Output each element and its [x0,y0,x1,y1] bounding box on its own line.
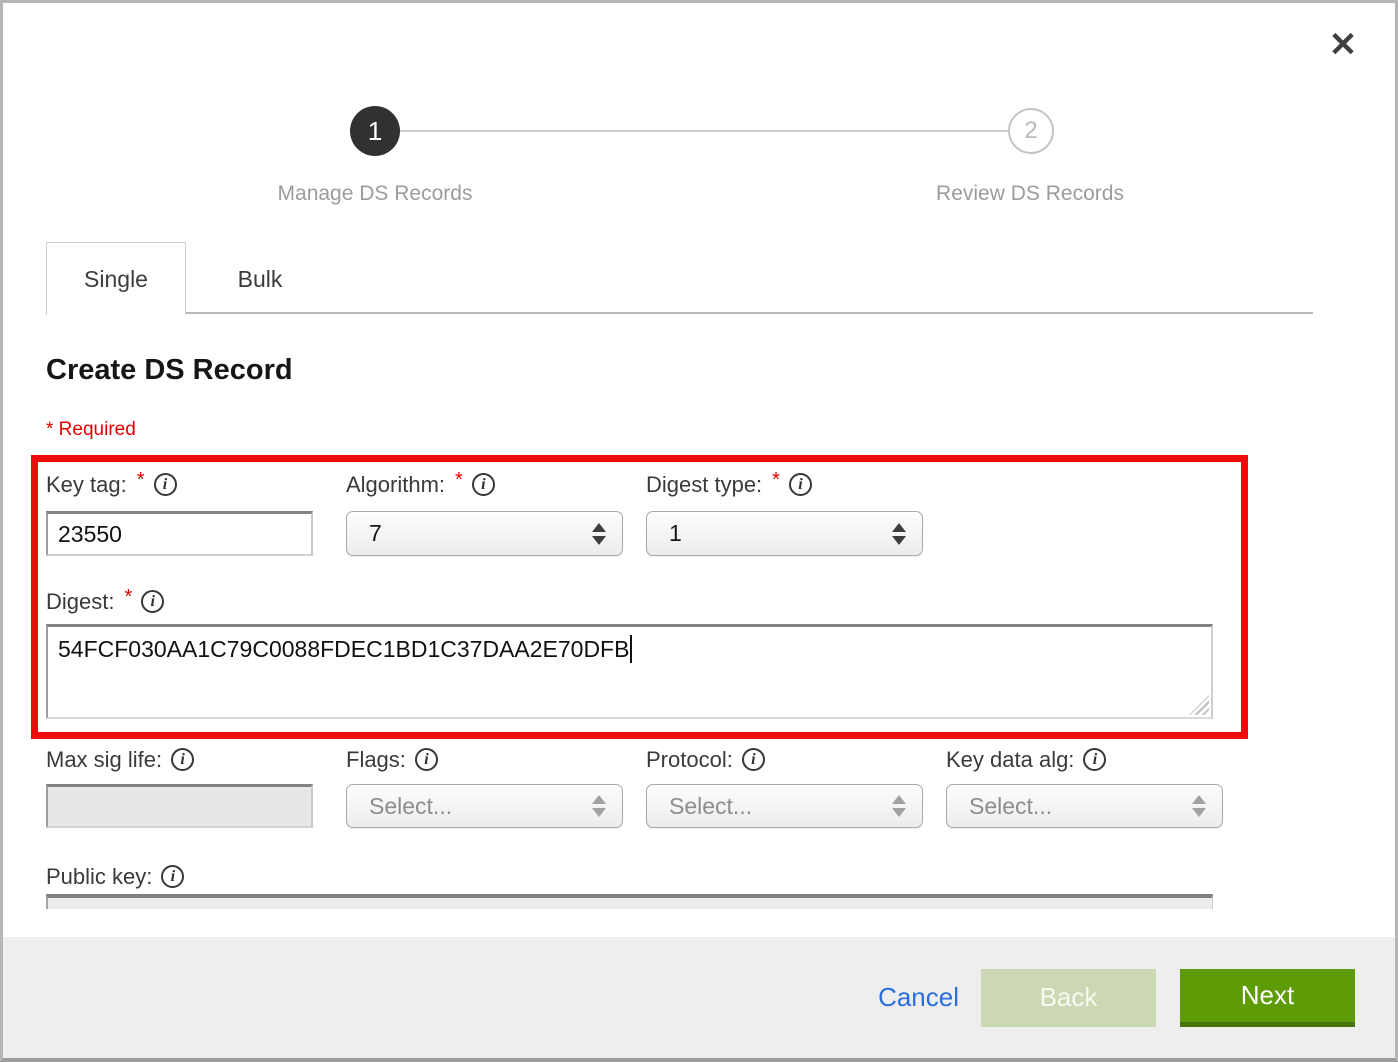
tab-bulk[interactable]: Bulk [215,258,305,300]
flags-label-text: Flags: [346,747,406,773]
protocol-label: Protocol: i [646,747,765,773]
close-icon[interactable]: ✕ [1325,27,1361,63]
flags-select-value: Select... [369,793,592,820]
select-arrows-icon [592,523,606,545]
algorithm-select-value: 7 [369,520,592,547]
back-button[interactable]: Back [981,969,1156,1027]
cancel-button[interactable]: Cancel [878,982,959,1013]
info-icon[interactable]: i [415,748,438,771]
digest-type-label-text: Digest type: [646,472,762,498]
digest-label-text: Digest: [46,589,114,615]
info-icon[interactable]: i [154,473,177,496]
public-key-label-text: Public key: [46,864,152,890]
page-title: Create DS Record [46,354,293,387]
required-star: * [772,469,780,492]
flags-label: Flags: i [346,747,438,773]
next-button[interactable]: Next [1180,969,1355,1027]
tab-bar-underline [186,312,1313,314]
algorithm-label-text: Algorithm: [346,472,445,498]
select-arrows-icon [1192,795,1206,817]
public-key-label: Public key: i [46,864,184,890]
dialog-footer: Cancel Back Next [3,937,1395,1058]
select-arrows-icon [892,795,906,817]
flags-select[interactable]: Select... [346,784,623,828]
protocol-label-text: Protocol: [646,747,733,773]
digest-value: 54FCF030AA1C79C0088FDEC1BD1C37DAA2E70DFB [58,636,629,662]
protocol-select-value: Select... [669,793,892,820]
key-data-alg-label: Key data alg: i [946,747,1106,773]
digest-type-select[interactable]: 1 [646,511,923,556]
text-caret [630,635,632,663]
required-note: * Required [46,419,136,441]
algorithm-label: Algorithm: * i [346,472,495,498]
step-2-label: Review DS Records [936,182,1124,206]
info-icon[interactable]: i [742,748,765,771]
step-1-label: Manage DS Records [278,182,473,206]
info-icon[interactable]: i [141,590,164,613]
max-sig-life-label: Max sig life: i [46,747,194,773]
key-data-alg-select[interactable]: Select... [946,784,1223,828]
create-ds-record-dialog: ✕ 1 2 Manage DS Records Review DS Record… [0,0,1398,1062]
key-data-alg-label-text: Key data alg: [946,747,1074,773]
required-star: * [124,586,132,609]
step-1-circle: 1 [350,106,400,156]
max-sig-life-label-text: Max sig life: [46,747,162,773]
info-icon[interactable]: i [472,473,495,496]
required-star: * [455,469,463,492]
resize-handle-icon[interactable] [1189,695,1209,715]
required-star: * [137,469,145,492]
protocol-select[interactable]: Select... [646,784,923,828]
select-arrows-icon [592,795,606,817]
key-tag-input[interactable] [46,511,313,556]
max-sig-life-input[interactable] [46,784,313,828]
select-arrows-icon [892,523,906,545]
algorithm-select[interactable]: 7 [346,511,623,556]
key-data-alg-select-value: Select... [969,793,1192,820]
step-2-circle: 2 [1008,108,1054,154]
key-tag-label-text: Key tag: [46,472,127,498]
tab-single[interactable]: Single [46,242,186,315]
digest-textarea[interactable]: 54FCF030AA1C79C0088FDEC1BD1C37DAA2E70DFB [46,624,1213,719]
stepper-connector-line [400,130,1008,132]
info-icon[interactable]: i [789,473,812,496]
digest-type-label: Digest type: * i [646,472,812,498]
public-key-textarea[interactable] [46,894,1213,909]
info-icon[interactable]: i [171,748,194,771]
info-icon[interactable]: i [1083,748,1106,771]
digest-type-select-value: 1 [669,520,892,547]
digest-label: Digest: * i [46,589,164,615]
info-icon[interactable]: i [161,865,184,888]
key-tag-label: Key tag: * i [46,472,177,498]
